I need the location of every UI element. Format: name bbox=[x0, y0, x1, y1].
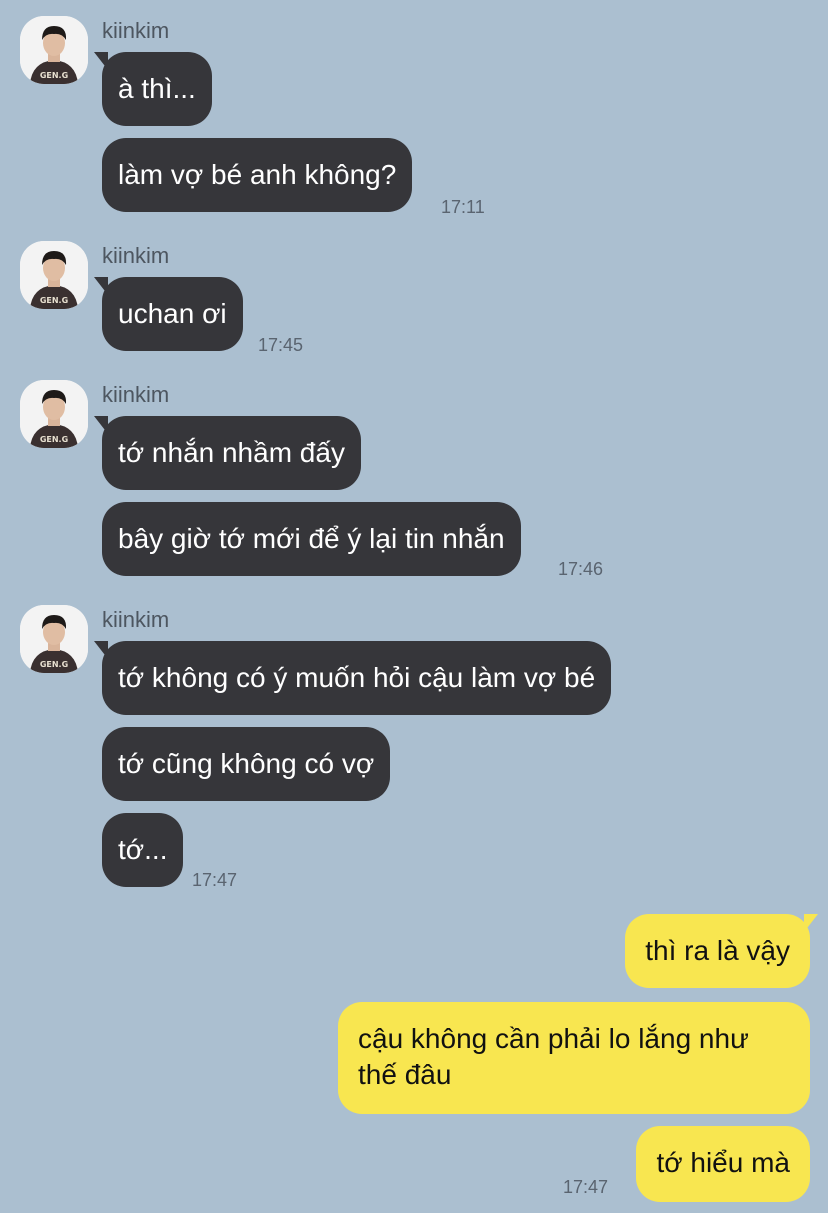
message-time: 17:11 bbox=[441, 197, 485, 217]
message-bubble[interactable]: tớ... bbox=[102, 813, 184, 887]
sender-name: kiinkim bbox=[102, 382, 170, 407]
my-message-group: thì ra là vậy cậu không cần phải lo lắng… bbox=[0, 914, 828, 1204]
svg-text:GEN.G: GEN.G bbox=[40, 435, 68, 444]
message-bubble[interactable]: làm vợ bé anh không? bbox=[102, 138, 413, 212]
profile-photo-icon: GEN.G bbox=[20, 241, 88, 309]
message-bubble[interactable]: uchan ơi bbox=[94, 277, 243, 351]
message-time: 17:47 bbox=[192, 870, 238, 890]
avatar[interactable]: GEN.G bbox=[20, 605, 88, 673]
sender-name: kiinkim bbox=[102, 607, 170, 632]
my-message-bubble[interactable]: tớ hiểu mà bbox=[636, 1126, 810, 1202]
profile-photo-icon: GEN.G bbox=[20, 605, 88, 673]
message-bubble[interactable]: tớ không có ý muốn hỏi cậu làm vợ bé bbox=[93, 641, 612, 715]
profile-photo-icon: GEN.G bbox=[20, 16, 88, 84]
avatar[interactable]: GEN.G bbox=[20, 380, 88, 448]
message-time: 17:45 bbox=[258, 335, 304, 355]
my-message-bubble[interactable]: cậu không cần phải lo lắng như thế đâu bbox=[338, 1002, 810, 1114]
svg-text:GEN.G: GEN.G bbox=[40, 296, 68, 305]
avatar[interactable]: GEN.G bbox=[20, 16, 88, 84]
svg-text:GEN.G: GEN.G bbox=[40, 660, 68, 669]
profile-photo-icon: GEN.G bbox=[20, 380, 88, 448]
message-time: 17:46 bbox=[558, 559, 604, 579]
message-bubble[interactable]: tớ cũng không có vợ bbox=[102, 727, 391, 801]
my-message-bubble[interactable]: thì ra là vậy bbox=[625, 914, 818, 988]
svg-text:GEN.G: GEN.G bbox=[40, 71, 68, 80]
message-time: 17:47 bbox=[563, 1177, 609, 1197]
message-bubble[interactable]: tớ nhắn nhầm đấy bbox=[94, 416, 361, 490]
message-bubble[interactable]: bây giờ tớ mới để ý lại tin nhắn bbox=[102, 502, 521, 576]
avatar[interactable]: GEN.G bbox=[20, 241, 88, 309]
sender-name: kiinkim bbox=[102, 243, 170, 268]
sender-name: kiinkim bbox=[102, 18, 170, 43]
message-bubble[interactable]: à thì... bbox=[94, 52, 212, 126]
